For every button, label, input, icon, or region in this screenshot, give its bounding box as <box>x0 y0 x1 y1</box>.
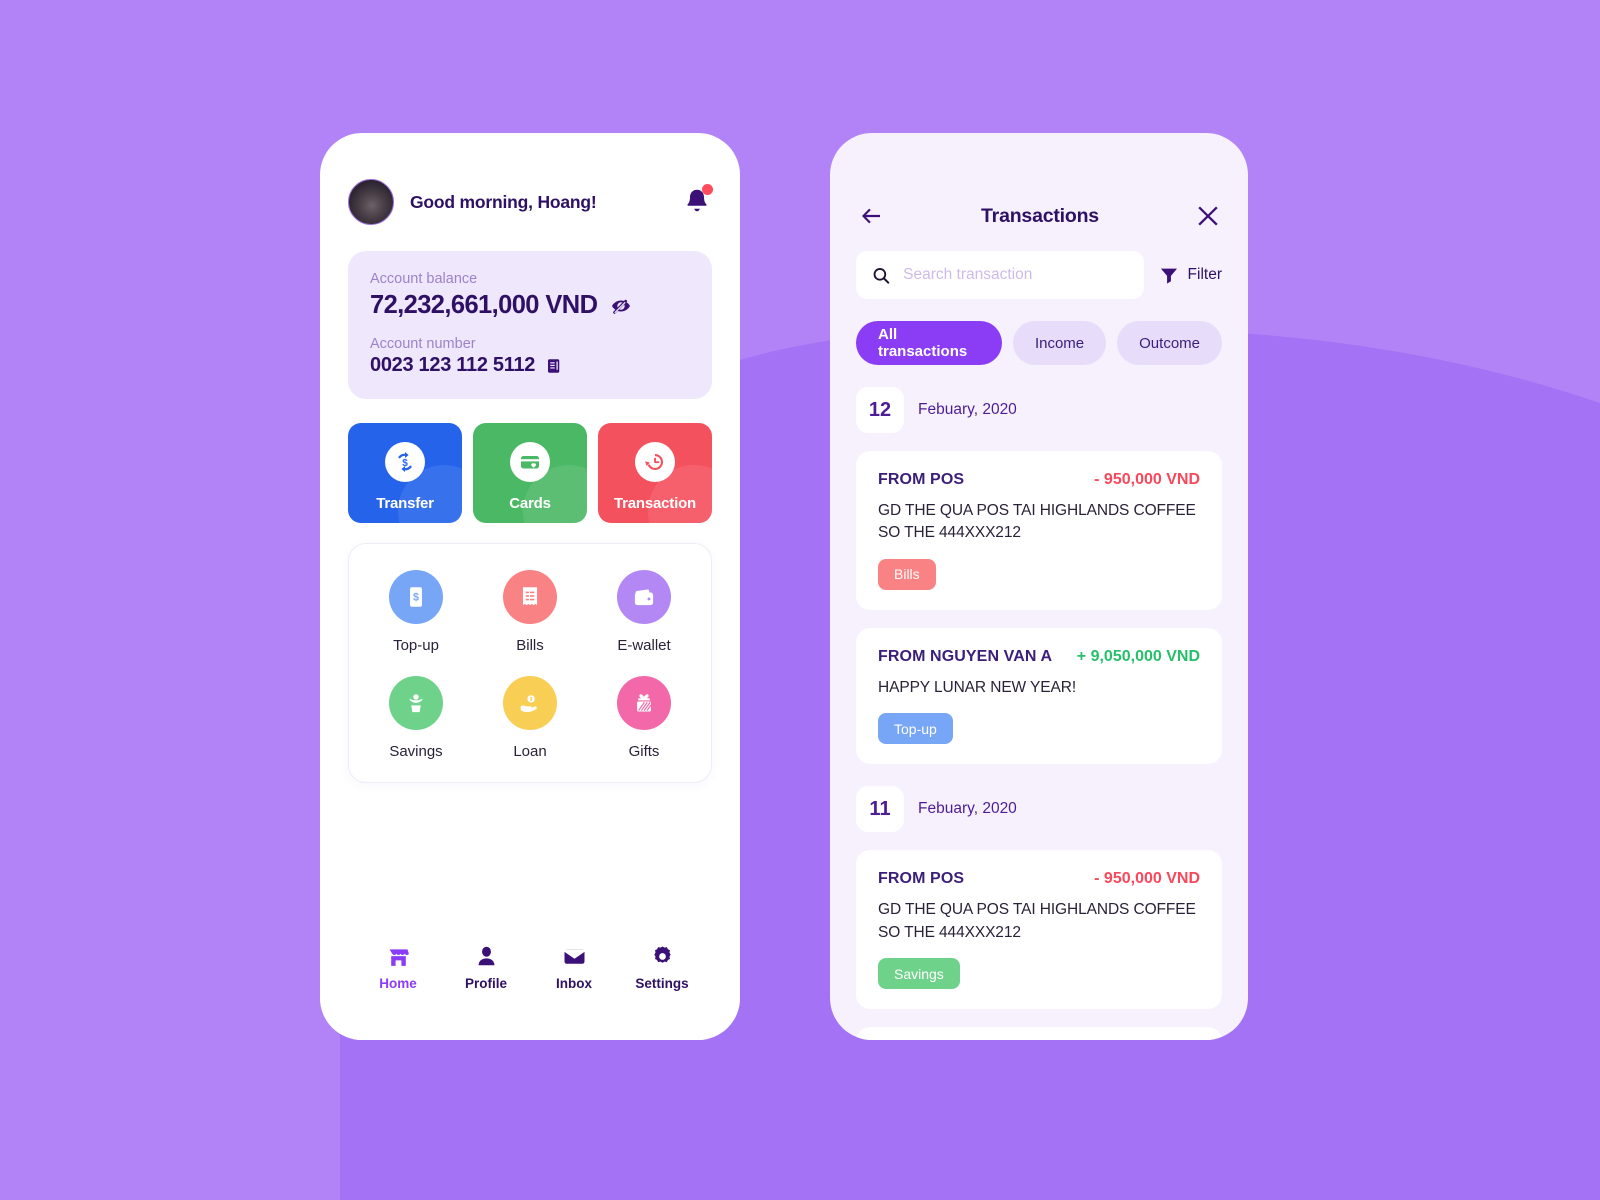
greeting-row: Good morning, Hoang! <box>348 179 713 225</box>
service-loan[interactable]: Loan <box>473 676 587 760</box>
services-grid: $ Top-up Bills E-wallet Savings Loan Gif… <box>348 543 712 783</box>
transaction-source: FROM POS <box>878 471 965 488</box>
service-e-wallet[interactable]: E-wallet <box>587 570 701 654</box>
service-gifts[interactable]: Gifts <box>587 676 701 760</box>
envelope-icon <box>564 949 584 964</box>
transaction-amount: - 950,000 VND <box>1094 471 1200 488</box>
phone-home-screen: Good morning, Hoang! Account balance 72,… <box>320 133 740 1040</box>
svg-text:$: $ <box>402 458 408 469</box>
service-top-up-label: Top-up <box>393 637 439 654</box>
filter-button[interactable]: Filter <box>1158 264 1222 286</box>
service-top-up[interactable]: $ Top-up <box>359 570 473 654</box>
date-group-header: 11 Febuary, 2020 <box>830 764 1248 833</box>
filter-chips: All transactions Income Outcome <box>830 299 1248 365</box>
greeting-text: Good morning, Hoang! <box>410 191 597 212</box>
tab-profile[interactable]: Profile <box>450 934 522 991</box>
search-row: Filter <box>830 229 1248 299</box>
gear-icon <box>653 946 671 963</box>
tab-inbox-label: Inbox <box>556 976 592 991</box>
store-home-icon <box>389 949 409 966</box>
action-transaction-label: Transaction <box>614 495 696 512</box>
notification-bell-button[interactable] <box>682 184 713 219</box>
tab-settings-label: Settings <box>635 976 689 991</box>
transaction-amount: + 9,050,000 VND <box>1076 647 1200 665</box>
balance-amount: 72,232,661,000 VND <box>370 291 598 319</box>
transaction-tag: Savings <box>878 958 960 990</box>
service-savings[interactable]: Savings <box>359 676 473 760</box>
service-e-wallet-label: E-wallet <box>617 637 671 654</box>
transaction-source: FROM NGUYEN VAN A <box>878 647 1053 665</box>
plant-money-icon <box>389 676 443 730</box>
date-group-header: 12 Febuary, 2020 <box>830 365 1248 433</box>
filter-label: Filter <box>1187 266 1222 283</box>
account-number-label: Account number <box>370 336 476 352</box>
action-cards-label: Cards <box>509 495 551 512</box>
tab-home-label: Home <box>379 976 417 991</box>
transaction-row[interactable]: FROM NGUYEN VAN A + 9,050,000 VND HAPPY … <box>856 627 1222 765</box>
transaction-amount: - 950,000 VND <box>1094 870 1200 888</box>
notification-dot <box>702 184 713 195</box>
transaction-tag: Bills <box>878 558 936 590</box>
search-box[interactable] <box>856 251 1144 299</box>
transaction-description: GD THE QUA POS TAI HIGHLANDS COFFEE SO T… <box>878 901 1196 941</box>
phone-transactions-screen: Transactions Filter All transactions Inc… <box>830 133 1248 1040</box>
balance-label: Account balance <box>370 271 478 287</box>
transactions-title: Transactions <box>981 204 1099 227</box>
credit-card-icon <box>510 442 550 482</box>
action-transfer-label: Transfer <box>376 495 434 512</box>
service-bills-label: Bills <box>516 637 544 654</box>
copy-icon[interactable] <box>545 357 563 375</box>
date-month-year: Febuary, 2020 <box>918 401 1017 418</box>
tab-settings[interactable]: Settings <box>626 934 698 991</box>
action-cards[interactable]: Cards <box>473 423 587 523</box>
account-balance-card: Account balance 72,232,661,000 VND Accou… <box>348 251 712 399</box>
filter-icon <box>1160 268 1177 284</box>
receipt-icon <box>503 570 557 624</box>
close-icon[interactable] <box>1194 203 1222 229</box>
eye-off-icon[interactable] <box>609 294 633 318</box>
mobile-topup-icon: $ <box>389 570 443 624</box>
tab-profile-label: Profile <box>464 976 507 991</box>
service-savings-label: Savings <box>389 743 443 760</box>
action-transfer[interactable]: $ Transfer <box>348 423 462 523</box>
chip-all-transactions[interactable]: All transactions <box>856 321 1002 365</box>
chip-income[interactable]: Income <box>1012 321 1107 365</box>
chip-outcome[interactable]: Outcome <box>1117 321 1222 365</box>
clock-history-icon <box>635 442 675 482</box>
search-input[interactable] <box>903 266 1129 284</box>
gift-box-icon <box>617 676 671 730</box>
transfer-money-icon: $ <box>385 442 425 482</box>
transaction-source: FROM POS <box>878 870 965 888</box>
tab-inbox[interactable]: Inbox <box>538 934 610 991</box>
search-icon <box>873 267 890 284</box>
user-avatar[interactable] <box>348 179 394 225</box>
date-day: 12 <box>856 387 904 433</box>
transaction-row[interactable]: FROM POS - 950,000 VND GD THE QUA POS TA… <box>856 850 1222 1010</box>
date-month-year: Febuary, 2020 <box>918 800 1017 818</box>
transaction-row[interactable]: FROM POS - 950,000 VND GD THE QUA POS TA… <box>856 451 1222 610</box>
svg-text:$: $ <box>413 592 419 604</box>
service-loan-label: Loan <box>513 743 547 760</box>
transaction-description: GD THE QUA POS TAI HIGHLANDS COFFEE SO T… <box>878 502 1196 542</box>
person-icon <box>478 946 494 966</box>
date-day: 11 <box>856 786 904 833</box>
transactions-header: Transactions <box>830 133 1248 229</box>
service-gifts-label: Gifts <box>628 743 660 760</box>
transaction-row[interactable]: FROM POS - 950,000 VND <box>856 1027 1222 1040</box>
hand-coin-icon <box>503 676 557 730</box>
tab-home[interactable]: Home <box>362 934 434 991</box>
transaction-tag: Top-up <box>878 713 953 745</box>
transaction-description: HAPPY LUNAR NEW YEAR! <box>878 678 1077 696</box>
arrow-left-icon[interactable] <box>856 204 886 228</box>
service-bills[interactable]: Bills <box>473 570 587 654</box>
wallet-icon <box>617 570 671 624</box>
action-transaction[interactable]: Transaction <box>598 423 712 523</box>
bottom-navigation: Home Profile Inbox Settings <box>320 934 740 1040</box>
account-number-value: 0023 123 112 5112 <box>370 354 536 376</box>
quick-actions-row: $ Transfer Cards Transaction <box>348 423 712 523</box>
